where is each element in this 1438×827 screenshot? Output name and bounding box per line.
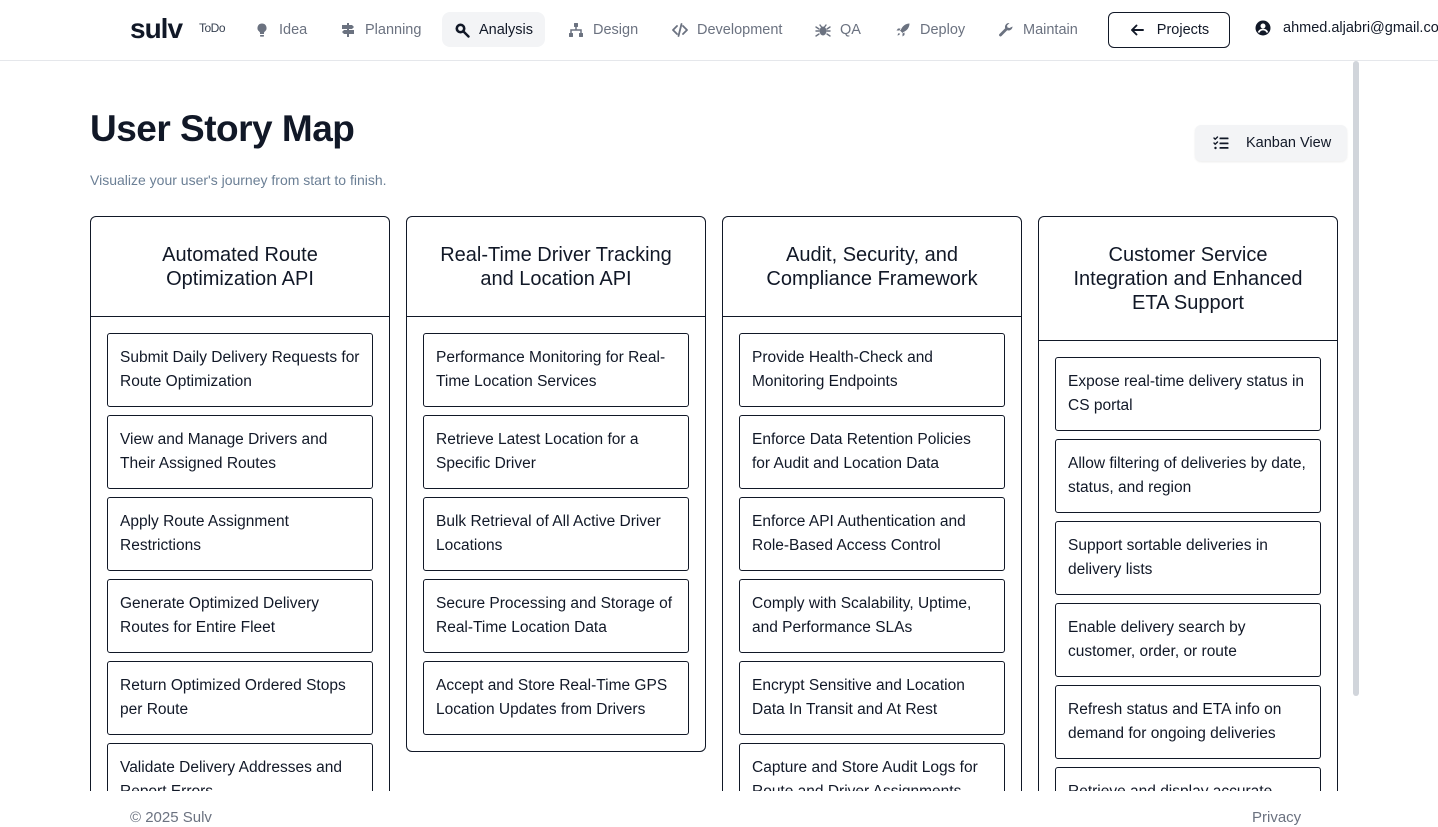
story-card[interactable]: Refresh status and ETA info on demand fo… xyxy=(1055,685,1321,759)
kanban-view-label: Kanban View xyxy=(1246,135,1332,151)
story-list: Expose real-time delivery status in CS p… xyxy=(1039,341,1337,791)
list-check-icon xyxy=(1213,136,1229,150)
epic-column: Automated Route Optimization API Submit … xyxy=(90,216,390,791)
epic-title: Real-Time Driver Tracking and Location A… xyxy=(407,217,705,317)
kanban-view-button[interactable]: Kanban View xyxy=(1195,125,1347,161)
vertical-scrollbar[interactable] xyxy=(1353,61,1359,696)
story-card[interactable]: Allow filtering of deliveries by date, s… xyxy=(1055,439,1321,513)
epic-column: Customer Service Integration and Enhance… xyxy=(1038,216,1338,791)
story-card[interactable]: Enforce Data Retention Policies for Audi… xyxy=(739,415,1005,489)
epic-column: Audit, Security, and Compliance Framewor… xyxy=(722,216,1022,791)
story-card[interactable]: Encrypt Sensitive and Location Data In T… xyxy=(739,661,1005,735)
story-card[interactable]: Bulk Retrieval of All Active Driver Loca… xyxy=(423,497,689,571)
story-card[interactable]: Apply Route Assignment Restrictions xyxy=(107,497,373,571)
story-card[interactable]: Accept and Store Real-Time GPS Location … xyxy=(423,661,689,735)
story-card[interactable]: Generate Optimized Delivery Routes for E… xyxy=(107,579,373,653)
page-title: User Story Map xyxy=(90,108,355,149)
story-card[interactable]: Retrieve and display accurate xyxy=(1055,767,1321,791)
story-card[interactable]: Enforce API Authentication and Role-Base… xyxy=(739,497,1005,571)
story-list: Submit Daily Delivery Requests for Route… xyxy=(91,317,389,791)
story-card[interactable]: Retrieve Latest Location for a Specific … xyxy=(423,415,689,489)
story-card[interactable]: Performance Monitoring for Real-Time Loc… xyxy=(423,333,689,407)
story-map-board: User Story Map Visualize your user's jou… xyxy=(0,0,1438,791)
story-card[interactable]: Capture and Store Audit Logs for Route a… xyxy=(739,743,1005,791)
epic-column: Real-Time Driver Tracking and Location A… xyxy=(406,216,706,752)
story-card[interactable]: Submit Daily Delivery Requests for Route… xyxy=(107,333,373,407)
story-card[interactable]: Provide Health-Check and Monitoring Endp… xyxy=(739,333,1005,407)
story-list: Performance Monitoring for Real-Time Loc… xyxy=(407,317,705,751)
story-card[interactable]: Expose real-time delivery status in CS p… xyxy=(1055,357,1321,431)
footer: © 2025 Sulv Privacy xyxy=(0,791,1438,827)
story-card[interactable]: Return Optimized Ordered Stops per Route xyxy=(107,661,373,735)
story-card[interactable]: Enable delivery search by customer, orde… xyxy=(1055,603,1321,677)
epic-title: Customer Service Integration and Enhance… xyxy=(1039,217,1337,341)
story-card[interactable]: View and Manage Drivers and Their Assign… xyxy=(107,415,373,489)
story-card[interactable]: Support sortable deliveries in delivery … xyxy=(1055,521,1321,595)
story-list: Provide Health-Check and Monitoring Endp… xyxy=(723,317,1021,791)
page-subtitle: Visualize your user's journey from start… xyxy=(90,172,387,188)
story-card[interactable]: Validate Delivery Addresses and Report E… xyxy=(107,743,373,791)
story-card[interactable]: Secure Processing and Storage of Real-Ti… xyxy=(423,579,689,653)
story-card[interactable]: Comply with Scalability, Uptime, and Per… xyxy=(739,579,1005,653)
copyright-text: © 2025 Sulv xyxy=(130,809,212,826)
epic-title: Automated Route Optimization API xyxy=(91,217,389,317)
privacy-link[interactable]: Privacy xyxy=(1252,809,1301,826)
epic-title: Audit, Security, and Compliance Framewor… xyxy=(723,217,1021,317)
